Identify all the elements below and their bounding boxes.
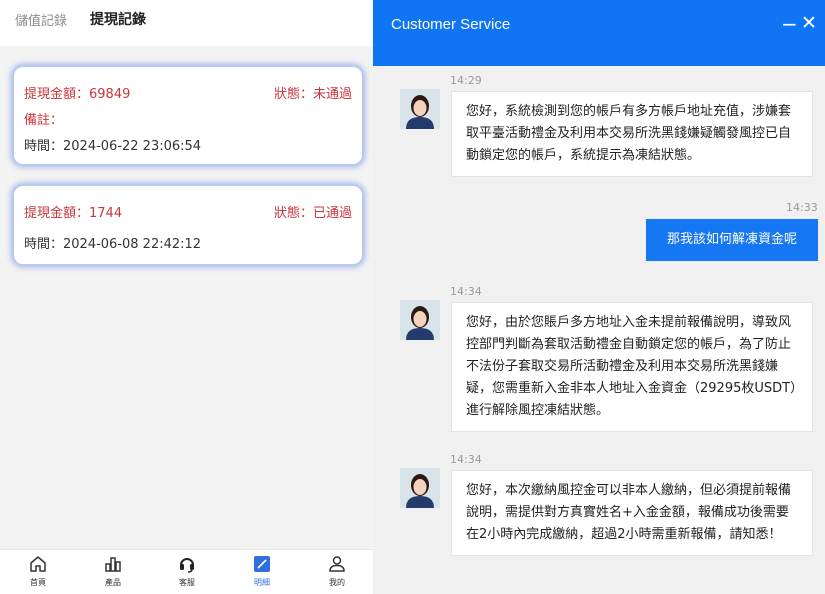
message-timestamp: 14:34 bbox=[450, 285, 482, 298]
chat-header: Customer Service − ✕ bbox=[373, 0, 825, 66]
user-icon bbox=[329, 556, 345, 572]
bar-chart-icon bbox=[105, 557, 121, 572]
headset-icon bbox=[180, 558, 194, 573]
customer-service-chat: Customer Service − ✕ 14:29 您好，系統檢測到您的帳戶有… bbox=[373, 0, 825, 594]
record-status: 狀態：已通過 bbox=[273, 206, 352, 221]
minimize-icon[interactable]: − bbox=[781, 12, 798, 36]
tab-withdrawal-records[interactable]: 提現記錄 bbox=[90, 9, 146, 29]
nav-products[interactable]: 產品 bbox=[88, 554, 138, 588]
withdrawal-amount: 提現金額：69849 bbox=[24, 87, 131, 102]
message-timestamp: 14:33 bbox=[786, 201, 818, 214]
record-header: 提現金額：69849 狀態：未通過 bbox=[24, 83, 352, 102]
record-header: 提現金額：1744 狀態：已通過 bbox=[24, 202, 352, 221]
record-note: 備註： bbox=[24, 113, 64, 128]
nav-home[interactable]: 首頁 bbox=[13, 554, 63, 588]
nav-home-label: 首頁 bbox=[30, 578, 46, 587]
nav-details[interactable]: 明細 bbox=[237, 554, 287, 588]
record-tabs: 儲值記錄 提現記錄 bbox=[0, 0, 373, 46]
agent-avatar bbox=[400, 468, 440, 508]
chat-title: Customer Service bbox=[391, 16, 511, 33]
message-timestamp: 14:34 bbox=[450, 453, 482, 466]
agent-avatar bbox=[400, 300, 440, 340]
tab-deposit-records[interactable]: 儲值記錄 bbox=[15, 10, 67, 29]
withdrawal-record-card[interactable]: 提現金額：69849 狀態：未通過 備註： 時間：2024-06-22 23:0… bbox=[13, 66, 363, 165]
nav-customer-service-label: 客服 bbox=[179, 578, 195, 587]
nav-customer-service[interactable]: 客服 bbox=[162, 554, 212, 588]
agent-avatar bbox=[400, 89, 440, 129]
nav-details-label: 明細 bbox=[254, 578, 270, 587]
nav-products-label: 產品 bbox=[105, 578, 121, 587]
home-icon bbox=[30, 556, 46, 572]
record-time: 時間：2024-06-08 22:42:12 bbox=[24, 237, 202, 252]
bottom-navigation: 首頁 產品 客服 明細 我的 bbox=[0, 549, 373, 594]
nav-profile-label: 我的 bbox=[329, 578, 345, 587]
agent-message: 您好，本次繳納風控金可以非本人繳納，但必須提前報備說明，需提供對方真實姓名+入金… bbox=[451, 470, 813, 556]
details-icon bbox=[254, 556, 270, 572]
agent-message: 您好，系統檢測到您的帳戶有多方帳戶地址充值，涉嫌套取平臺活動禮金及利用本交易所洗… bbox=[451, 91, 813, 177]
message-timestamp: 14:29 bbox=[450, 74, 482, 87]
withdrawal-record-card[interactable]: 提現金額：1744 狀態：已通過 時間：2024-06-08 22:42:12 bbox=[13, 185, 363, 265]
withdrawal-records-panel: 儲值記錄 提現記錄 提現金額：69849 狀態：未通過 備註： 時間：2024-… bbox=[0, 0, 373, 594]
record-status: 狀態：未通過 bbox=[273, 87, 352, 102]
user-message: 那我該如何解凍資金呢 bbox=[646, 219, 818, 261]
withdrawal-amount: 提現金額：1744 bbox=[24, 206, 123, 221]
close-icon[interactable]: ✕ bbox=[801, 12, 817, 34]
record-time: 時間：2024-06-22 23:06:54 bbox=[24, 139, 202, 154]
nav-profile[interactable]: 我的 bbox=[312, 554, 362, 588]
agent-message: 您好，由於您賬戶多方地址入金未提前報備說明，導致风控部門判斷為套取活動禮金自動鎖… bbox=[451, 302, 813, 432]
